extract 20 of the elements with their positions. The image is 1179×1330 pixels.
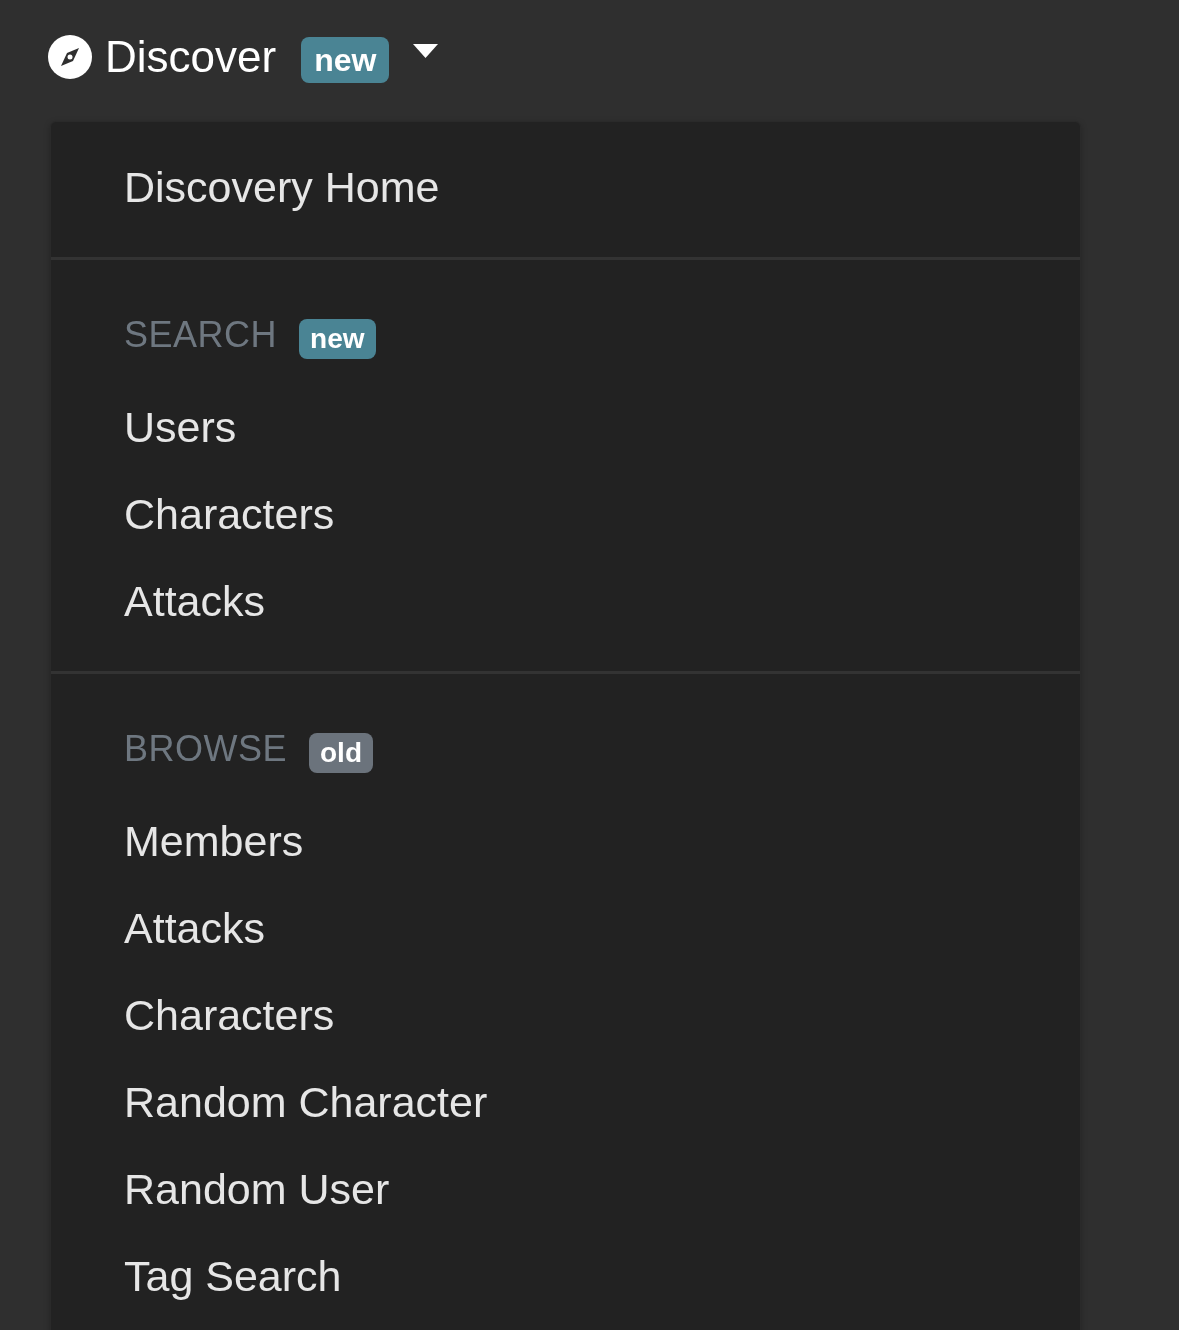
dropdown-toggle[interactable] [413, 44, 439, 58]
menu-item[interactable]: Users [51, 384, 237, 471]
menu-item[interactable]: Attacks [51, 558, 265, 645]
menu-item[interactable]: Tag Search [51, 1233, 342, 1320]
menu-item[interactable]: Members [51, 798, 304, 885]
menu-item[interactable]: Characters [51, 471, 335, 558]
compass-icon [48, 35, 92, 79]
menu-item[interactable]: Characters [51, 972, 335, 1059]
label-badge: old [309, 733, 373, 773]
menu-item[interactable]: Attacks [51, 885, 265, 972]
label-badge: new [301, 37, 390, 83]
menu-item[interactable]: Discovery Home [51, 144, 440, 231]
label-badge: new [299, 319, 376, 359]
section-header: BROWSE [124, 728, 287, 770]
menu-item[interactable]: Random Character [51, 1059, 488, 1146]
menu-item[interactable]: Random User [51, 1146, 390, 1233]
discover-nav-link[interactable]: Discover [48, 33, 277, 81]
caret-icon [413, 44, 439, 58]
nav-link-label: Discover [105, 33, 277, 81]
section-header: SEARCH [124, 314, 278, 356]
